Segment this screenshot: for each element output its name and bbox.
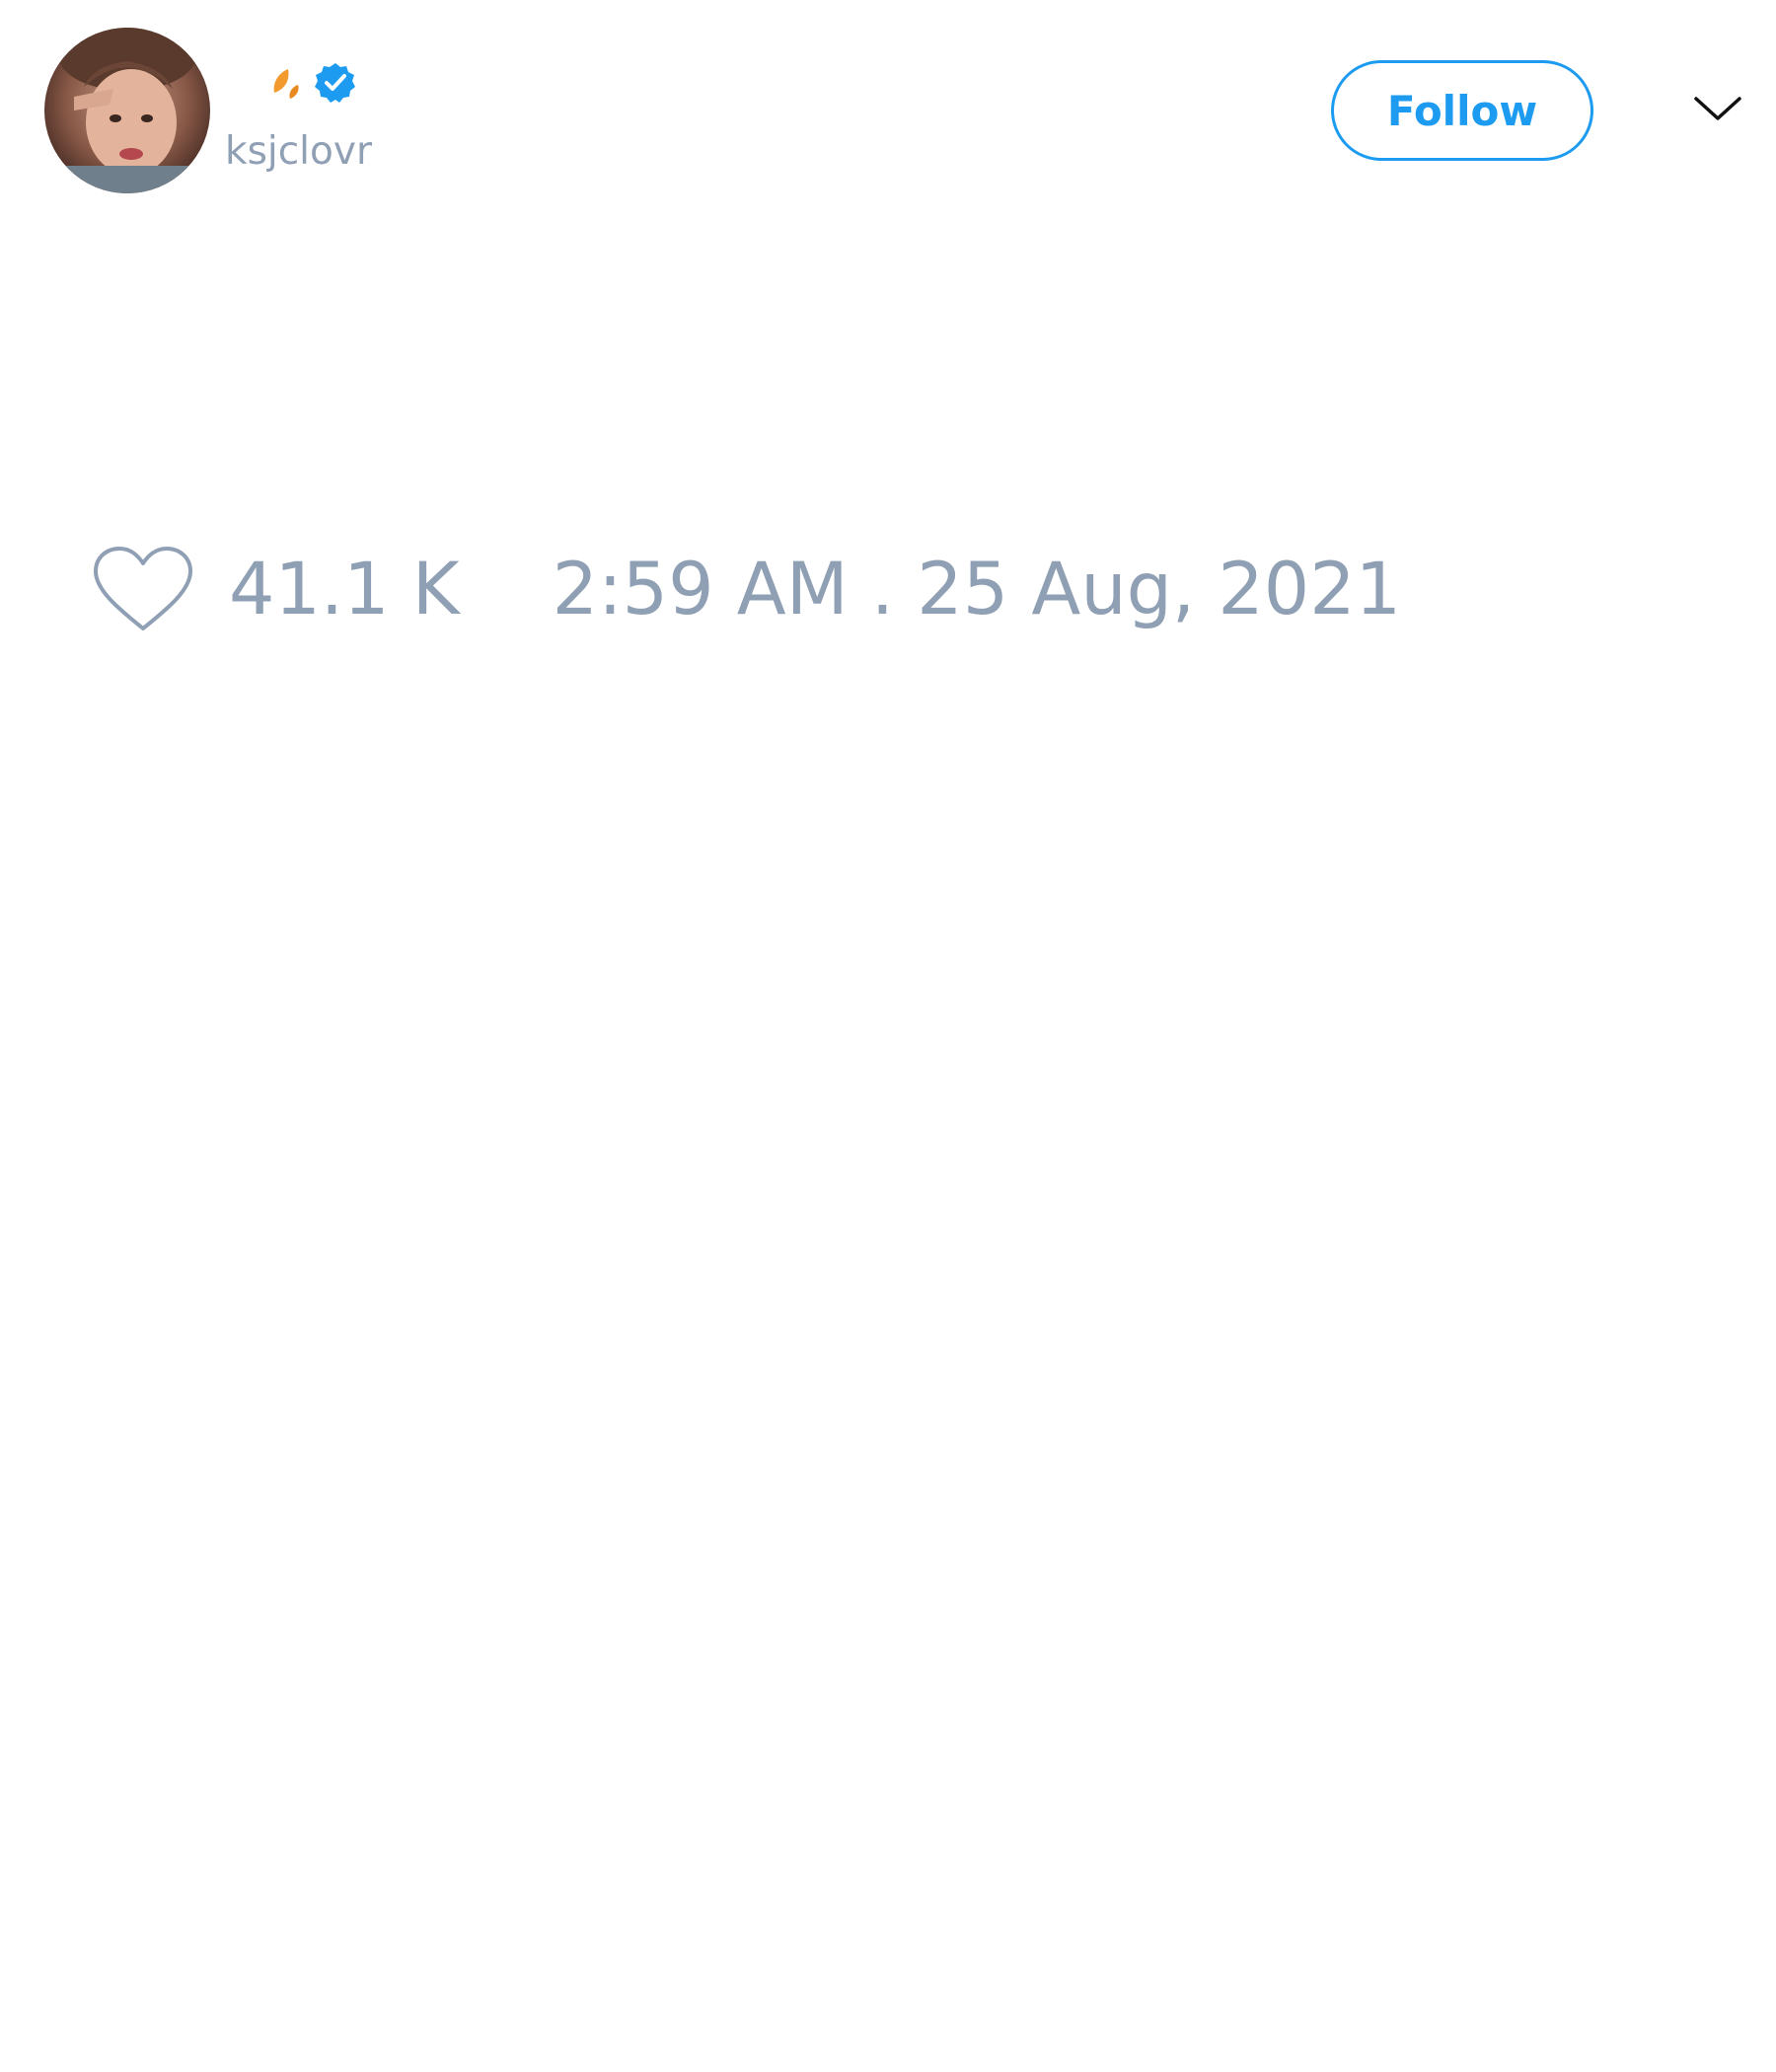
tweet-card: ksjclovr Follow 41.1 K 2:59 AM . 25 Aug,… (0, 0, 1776, 2072)
like-button[interactable] (89, 541, 197, 639)
avatar-image (44, 28, 210, 193)
user-handle[interactable]: ksjclovr (225, 126, 372, 178)
tweet-footer: 41.1 K 2:59 AM . 25 Aug, 2021 (89, 541, 1401, 639)
timestamp[interactable]: 2:59 AM . 25 Aug, 2021 (553, 541, 1402, 639)
leaf-icon (273, 69, 299, 99)
chevron-down-icon[interactable] (1693, 89, 1742, 128)
verified-icon (315, 63, 355, 103)
avatar[interactable] (44, 28, 210, 193)
heart-icon (94, 547, 192, 630)
display-name[interactable] (268, 61, 357, 105)
follow-button[interactable]: Follow (1331, 60, 1593, 161)
like-count: 41.1 K (229, 548, 460, 631)
